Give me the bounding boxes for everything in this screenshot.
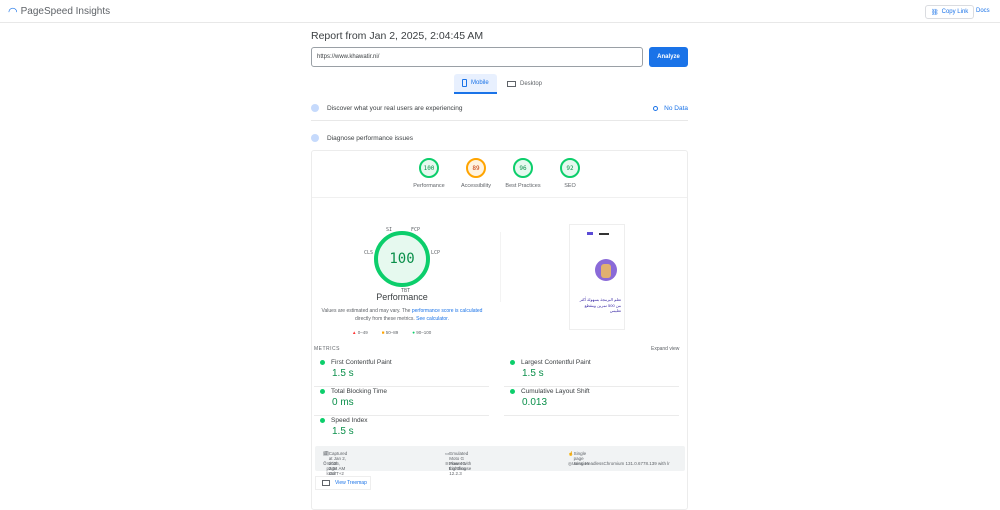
load-info: ⏱ Initial page load [323, 461, 338, 476]
metric-name: Cumulative Layout Shift [521, 388, 590, 395]
captured-info: 🗓 Captured at Jan 2, 2025, 2:04 AM GMT+2 [323, 451, 348, 476]
score-gauge: 92 [560, 158, 580, 178]
metric-name: Speed Index [331, 417, 368, 424]
hero-image [595, 259, 617, 281]
nav-icon [587, 232, 593, 235]
throttle-text: Slow 4G throttling [448, 461, 467, 471]
app-name: PageSpeed Insights [20, 6, 111, 17]
gauge-label-fcp: FCP [411, 227, 421, 233]
legend-label: 0–49 [357, 330, 368, 335]
psi-logo-icon: ◠ [8, 6, 18, 18]
url-input[interactable]: https://www.khawatir.ni/ [311, 47, 643, 67]
metric-name: First Contentful Paint [331, 359, 392, 366]
score-gauge: 100 [419, 158, 439, 178]
divider [500, 232, 501, 302]
legend-fail: ▲ 0–49 [352, 330, 368, 335]
no-data-label: No Data [664, 104, 688, 112]
metric-fcp: First Contentful Paint 1.5 s [314, 359, 489, 387]
pass-dot-icon [320, 389, 325, 394]
pass-dot-icon [510, 389, 515, 394]
performance-gauge: 100 [374, 231, 430, 287]
metric-cls: Cumulative Layout Shift 0.013 [504, 388, 679, 416]
score-calculated-link[interactable]: performance score is calculated [412, 308, 483, 314]
legend-label: 50–89 [385, 330, 399, 335]
score-seo[interactable]: 92 SEO [540, 158, 600, 189]
docs-link[interactable]: Docs [976, 8, 990, 14]
page-title: Report from Jan 2, 2025, 2:04:45 AM [311, 30, 484, 42]
lab-data-section: Diagnose performance issues [311, 134, 688, 142]
page-screenshot: تعلم البرمجة بسهولة أكثر من 500 تمرين وم… [569, 224, 625, 330]
pass-dot-icon [510, 360, 515, 365]
score-note: Values are estimated and may vary. The p… [318, 307, 486, 323]
users-icon [311, 104, 319, 112]
score-label: SEO [564, 183, 576, 189]
legend-pass: ● 90–100 [412, 330, 431, 335]
treemap-label: View Treemap [335, 480, 367, 486]
metric-value: 1.5 s [332, 368, 354, 379]
triangle-icon: ▲ [352, 330, 357, 335]
throttle-info: ≋ Slow 4G throttling [445, 461, 467, 471]
score-gauge: 96 [513, 158, 533, 178]
link-icon: ⛓ [931, 9, 939, 16]
device-info: ▭ Emulated Moto G Power with Lighthouse … [445, 451, 472, 476]
tab-desktop[interactable]: Desktop [499, 74, 550, 94]
metric-lcp: Largest Contentful Paint 1.5 s [504, 359, 679, 387]
logo[interactable]: ◠ PageSpeed Insights [8, 5, 110, 18]
score-legend: ▲ 0–49 ■ 50–89 ● 90–100 [352, 330, 431, 335]
tab-label: Mobile [471, 80, 489, 86]
metric-value: 0 ms [332, 397, 354, 408]
gauge-title: Performance [376, 292, 428, 302]
screenshot-headline: تعلم البرمجة بسهولة أكثر من 500 تمرين وم… [579, 297, 621, 313]
metric-si: Speed Index 1.5 s [314, 417, 489, 445]
circle-icon: ● [412, 330, 415, 335]
run-info: 🗓 Captured at Jan 2, 2025, 2:04 AM GMT+2… [315, 446, 685, 476]
lab-icon [311, 134, 319, 142]
field-data-section[interactable]: Discover what your real users are experi… [311, 104, 688, 112]
info-icon [653, 105, 659, 111]
metrics-heading: METRICS [314, 346, 340, 352]
gauge-label-lcp: LCP [431, 250, 441, 256]
pass-dot-icon [320, 360, 325, 365]
session-info: ☝ Single page session [568, 451, 589, 466]
note-text: directly from these metrics. [355, 316, 417, 322]
calculator-link[interactable]: See calculator. [416, 316, 449, 322]
tab-label: Desktop [520, 81, 543, 87]
metric-value: 0.013 [522, 397, 548, 408]
metric-value: 1.5 s [332, 426, 354, 437]
top-bar: ◠ PageSpeed Insights ⛓ Copy Link Docs [0, 0, 1000, 23]
analyze-button[interactable]: Analyze [649, 47, 688, 67]
metric-name: Total Blocking Time [331, 388, 387, 395]
lab-data-label: Diagnose performance issues [327, 134, 413, 142]
phone-icon [462, 79, 467, 87]
metric-value: 1.5 s [522, 368, 544, 379]
copy-link-label: Copy Link [941, 9, 969, 15]
legend-average: ■ 50–89 [382, 330, 399, 335]
legend-label: 90–100 [416, 330, 432, 335]
pass-dot-icon [320, 418, 325, 423]
copy-link-button[interactable]: ⛓ Copy Link [925, 5, 975, 19]
logo-mark [599, 233, 609, 235]
gauge-label-cls: CLS [364, 250, 374, 256]
tab-mobile[interactable]: Mobile [454, 74, 497, 94]
field-data-label: Discover what your real users are experi… [327, 104, 463, 112]
laptop-icon [507, 81, 516, 87]
load-text: Initial page load [326, 461, 338, 476]
divider [312, 197, 687, 198]
browser-info: ◎ Using HeadlessChromium 131.0.6778.139 … [568, 461, 670, 466]
score-gauge: 89 [466, 158, 486, 178]
note-text: Values are estimated and may vary. The [321, 308, 412, 314]
treemap-icon [322, 480, 330, 486]
expand-view-button[interactable]: Expand view [651, 346, 679, 352]
browser-text: Using HeadlessChromium 131.0.6778.139 wi… [571, 461, 670, 466]
divider [311, 120, 688, 121]
metric-tbt: Total Blocking Time 0 ms [314, 388, 489, 416]
metric-name: Largest Contentful Paint [521, 359, 591, 366]
no-data-status: No Data [653, 105, 688, 112]
square-icon: ■ [381, 330, 385, 335]
view-treemap-button[interactable]: View Treemap [315, 476, 371, 490]
gauge-label-si: SI [386, 227, 393, 233]
